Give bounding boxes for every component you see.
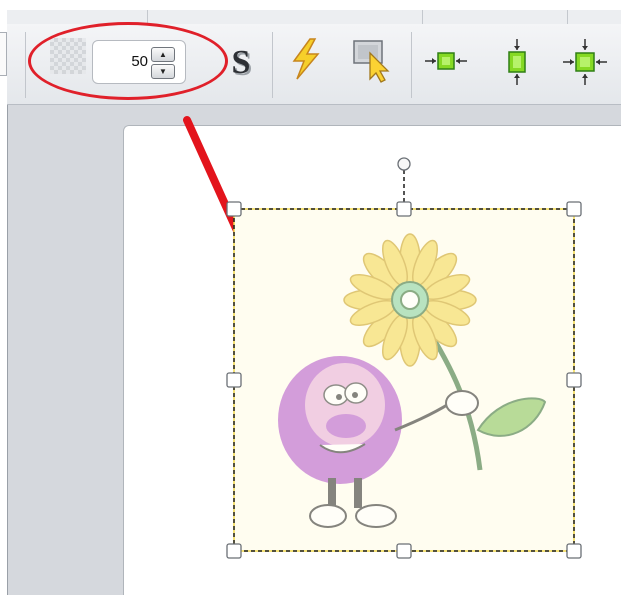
handle-middle-right [566, 372, 582, 388]
handle-top-left [226, 201, 242, 217]
handle-bottom-left [226, 543, 242, 559]
selected-clipart-image[interactable] [233, 170, 575, 552]
rotate-handle [397, 157, 411, 171]
handle-top-right [566, 201, 582, 217]
handle-bottom-center [396, 543, 412, 559]
canvas-overlay [183, 116, 582, 559]
handle-middle-left [226, 372, 242, 388]
handle-bottom-right [566, 543, 582, 559]
handle-top-center [396, 201, 412, 217]
